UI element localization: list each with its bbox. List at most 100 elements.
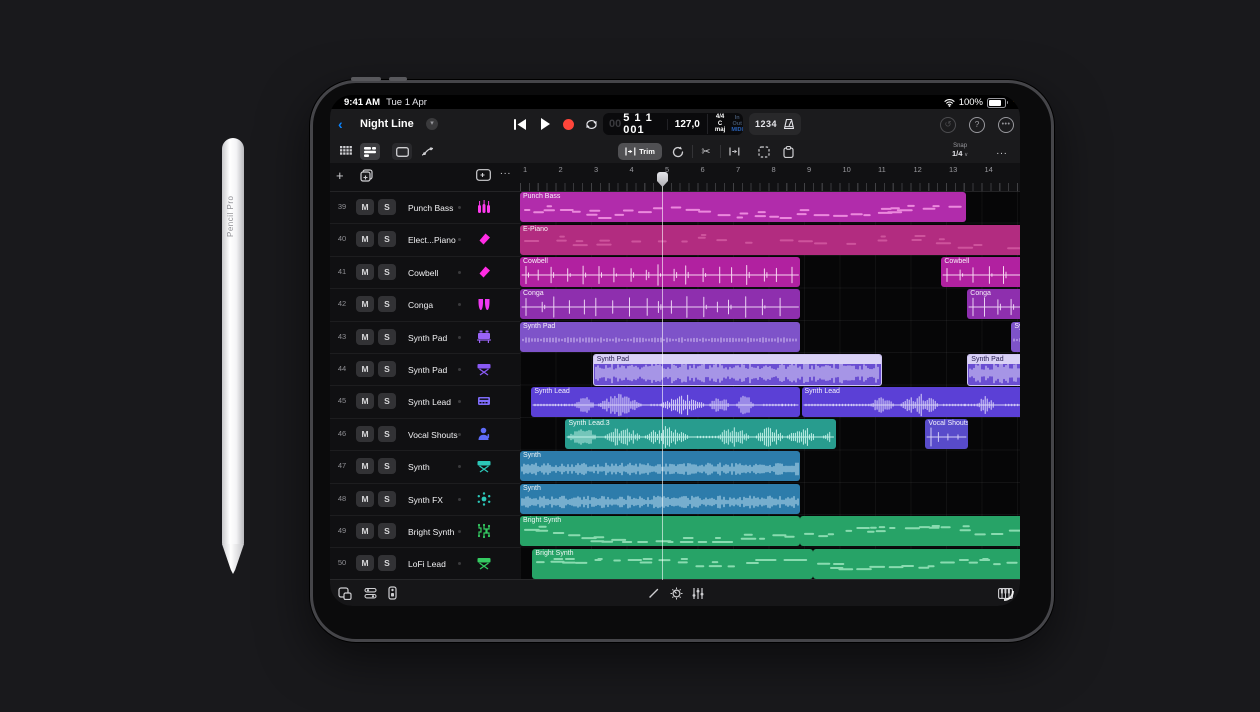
- region-synth[interactable]: Synth: [520, 484, 800, 514]
- solo-button[interactable]: S: [378, 393, 396, 409]
- copy-tool-icon[interactable]: [754, 143, 774, 160]
- metronome-icon[interactable]: [783, 118, 795, 130]
- cycle-button[interactable]: [581, 114, 601, 134]
- solo-button[interactable]: S: [378, 491, 396, 507]
- track-row-conga[interactable]: 42MSConga: [330, 288, 520, 321]
- arrange-area: + ... 39MSPunch Bass40MSElect...Piano41M…: [330, 163, 1020, 580]
- track-row-synth-pad[interactable]: 43MSSynth Pad: [330, 321, 520, 354]
- region-cowbell[interactable]: Cowbell: [941, 257, 1020, 287]
- snap-control[interactable]: Snap 1/4 ∨: [952, 143, 968, 159]
- undo-icon[interactable]: ↺: [940, 117, 956, 133]
- solo-button[interactable]: S: [378, 458, 396, 474]
- mute-button[interactable]: M: [356, 426, 374, 442]
- region-bright-synth[interactable]: Bright Synth: [532, 549, 812, 579]
- solo-button[interactable]: S: [378, 523, 396, 539]
- track-name: Cowbell: [408, 268, 438, 278]
- track-row-cowbell[interactable]: 41MSCowbell: [330, 256, 520, 289]
- track-row-synth-fx[interactable]: 48MSSynth FX: [330, 483, 520, 516]
- region-synth[interactable]: Synth: [520, 451, 800, 481]
- track-row-punch-bass[interactable]: 39MSPunch Bass: [330, 191, 520, 224]
- mute-button[interactable]: M: [356, 329, 374, 345]
- bar-ruler[interactable]: 123456789101112131415: [520, 163, 1020, 192]
- play-button[interactable]: [535, 114, 555, 134]
- region-segment[interactable]: [813, 549, 1020, 579]
- solo-button[interactable]: S: [378, 231, 396, 247]
- region-segment[interactable]: [800, 516, 1020, 546]
- mute-button[interactable]: M: [356, 491, 374, 507]
- more-toolbar-button[interactable]: ...: [992, 143, 1012, 160]
- lcd-display[interactable]: 00 5 1 1 001 127,0 4/4C maj In OutMIDI: [603, 113, 743, 135]
- solo-button[interactable]: S: [378, 199, 396, 215]
- track-row-bright-synth[interactable]: 49MSBright Synth: [330, 515, 520, 548]
- mute-button[interactable]: M: [356, 264, 374, 280]
- track-number: 43: [334, 332, 350, 341]
- project-chevron-down-icon[interactable]: ▾: [426, 118, 438, 130]
- count-in-group[interactable]: 1234: [749, 113, 801, 135]
- solo-button[interactable]: S: [378, 296, 396, 312]
- track-panel-button[interactable]: [476, 169, 491, 181]
- track-row-elect-piano[interactable]: 40MSElect...Piano: [330, 223, 520, 256]
- region-synth-lead[interactable]: Synth Lead: [531, 387, 800, 417]
- region-inspector-icon[interactable]: [392, 143, 412, 160]
- back-button[interactable]: ‹: [338, 116, 343, 132]
- region-vocal-shouts[interactable]: Vocal Shouts: [925, 419, 968, 449]
- duplicate-track-button[interactable]: [360, 169, 373, 182]
- mixer-faders-icon[interactable]: [689, 584, 707, 602]
- trim-tool-button[interactable]: Trim: [618, 143, 662, 160]
- mute-button[interactable]: M: [356, 555, 374, 571]
- loop-tool-icon[interactable]: [668, 143, 688, 160]
- ipad-device: 9:41 AMTue 1 Apr 100% ‹ Night Line ▾: [310, 80, 1054, 642]
- more-tracks-button[interactable]: ...: [500, 166, 511, 177]
- track-name: Bright Synth: [408, 527, 454, 537]
- project-title[interactable]: Night Line: [360, 118, 414, 130]
- region-cowbell[interactable]: Cowbell: [520, 257, 800, 287]
- region-synth-pad[interactable]: Synth Pad: [1011, 322, 1020, 352]
- region-bright-synth[interactable]: Bright Synth: [520, 516, 800, 546]
- region-synth-pad[interactable]: Synth Pad: [520, 322, 800, 352]
- split-tool-icon[interactable]: ✂: [696, 143, 716, 160]
- region-synth-pad[interactable]: Synth Pad: [593, 354, 883, 386]
- track-row-synth-pad[interactable]: 44MSSynth Pad: [330, 353, 520, 386]
- region-synth-lead-3[interactable]: Synth Lead.3: [565, 419, 836, 449]
- mute-button[interactable]: M: [356, 199, 374, 215]
- mute-button[interactable]: M: [356, 523, 374, 539]
- count-in-button[interactable]: 1234: [755, 119, 777, 129]
- record-button[interactable]: [558, 114, 578, 134]
- solo-button[interactable]: S: [378, 329, 396, 345]
- smart-controls-icon[interactable]: [667, 584, 685, 602]
- mute-button[interactable]: M: [356, 458, 374, 474]
- mute-button[interactable]: M: [356, 296, 374, 312]
- track-row-lofi-lead[interactable]: 50MSLoFi Lead: [330, 547, 520, 580]
- skip-to-beginning-button[interactable]: [510, 114, 530, 134]
- region-conga[interactable]: Conga: [520, 289, 800, 319]
- edit-pencil-icon[interactable]: [645, 584, 663, 602]
- track-row-synth-lead[interactable]: 45MSSynth Lead: [330, 385, 520, 418]
- paste-tool-icon[interactable]: [778, 143, 798, 160]
- mute-button[interactable]: M: [356, 361, 374, 377]
- region-punch-bass[interactable]: Punch Bass: [520, 192, 966, 222]
- automation-icon[interactable]: [417, 143, 437, 160]
- join-tool-icon[interactable]: [724, 143, 744, 160]
- mute-button[interactable]: M: [356, 231, 374, 247]
- mute-button[interactable]: M: [356, 393, 374, 409]
- region-e-piano[interactable]: E-Piano: [520, 225, 1020, 255]
- region-conga[interactable]: Conga: [967, 289, 1020, 319]
- region-label: Synth Lead.3: [568, 420, 609, 427]
- region-synth-lead[interactable]: Synth Lead: [802, 387, 1021, 417]
- help-icon[interactable]: ?: [969, 117, 985, 133]
- solo-button[interactable]: S: [378, 555, 396, 571]
- solo-button[interactable]: S: [378, 361, 396, 377]
- cells-view-icon[interactable]: [336, 143, 356, 160]
- plugins-icon[interactable]: [383, 584, 401, 602]
- solo-button[interactable]: S: [378, 426, 396, 442]
- solo-button[interactable]: S: [378, 264, 396, 280]
- more-circle-icon[interactable]: •••: [998, 117, 1014, 133]
- mixer-icon[interactable]: [361, 584, 379, 602]
- add-track-button[interactable]: +: [336, 168, 344, 183]
- track-row-synth[interactable]: 47MSSynth: [330, 450, 520, 483]
- browsers-icon[interactable]: [336, 584, 354, 602]
- region-synth-pad[interactable]: Synth Pad: [967, 354, 1020, 386]
- bar-number: 2: [559, 165, 563, 174]
- track-row-vocal-shouts[interactable]: 46MSVocal Shouts: [330, 418, 520, 451]
- tracks-view-icon[interactable]: [360, 143, 380, 160]
